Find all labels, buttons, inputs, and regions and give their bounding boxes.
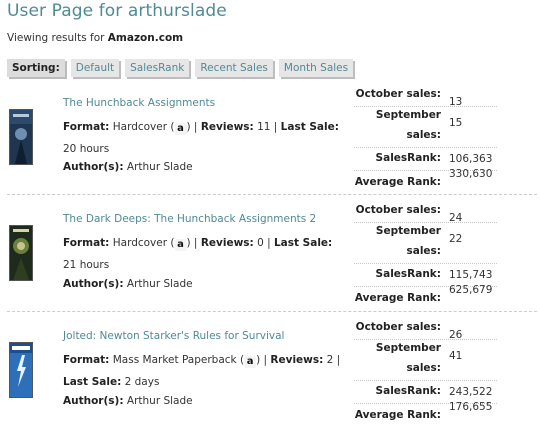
last-sale-label: Last Sale: — [273, 237, 333, 249]
average-rank-value: 330,630 — [449, 168, 493, 180]
october-sales-label: October sales: — [355, 321, 441, 333]
amazon-icon[interactable]: a — [244, 356, 257, 368]
authors-label: Author(s): — [63, 161, 124, 173]
viewing-prefix: Viewing results for — [7, 32, 105, 44]
september-sales-label: September — [375, 342, 441, 354]
october-sales-label: October sales: — [355, 204, 441, 216]
last-sale-label: Last Sale: — [63, 376, 122, 388]
salesrank-label: SalesRank: — [375, 268, 441, 280]
book-meta: Format: Hardcover (a) | Reviews: 0 | Las… — [63, 237, 333, 271]
salesrank-value: 243,522 — [449, 386, 493, 398]
sorting-bar: Sorting: Default SalesRank Recent Sales … — [7, 58, 354, 78]
salesrank-label: SalesRank: — [375, 152, 441, 164]
book-cover-icon[interactable] — [9, 109, 33, 165]
stat-october: October sales: 26 — [354, 317, 497, 341]
viewing-results-text: Viewing results for Amazon.com — [7, 32, 183, 44]
stat-october: October sales: 13 — [354, 84, 497, 108]
reviews-value: 2 — [326, 354, 334, 366]
stat-september: September sales: 41 — [354, 340, 497, 381]
book-title-link[interactable]: Jolted: Newton Starker's Rules for Survi… — [63, 330, 284, 342]
amazon-icon[interactable]: a — [174, 239, 187, 251]
book-meta: Format: Hardcover (a) | Reviews: 11 | La… — [63, 121, 339, 155]
salesrank-value: 115,743 — [449, 269, 493, 281]
sort-month-sales-button[interactable]: Month Sales — [278, 59, 354, 77]
reviews-value: 11 — [257, 121, 271, 133]
stat-average-rank: Average Rank: 330,630 — [354, 168, 497, 193]
september-sales-label-2: sales: — [406, 245, 441, 257]
item-divider — [7, 194, 537, 195]
reviews-label: Reviews: — [270, 354, 324, 366]
september-sales-label: September — [375, 109, 441, 121]
sort-default-button[interactable]: Default — [70, 59, 120, 77]
sort-recent-sales-button[interactable]: Recent Sales — [195, 59, 273, 77]
book-stats: October sales: 26 September sales: 41 Sa… — [354, 317, 497, 426]
book-item: Jolted: Newton Starker's Rules for Survi… — [7, 317, 537, 434]
last-sale-value: 20 hours — [63, 143, 110, 155]
average-rank-label: Average Rank: — [354, 176, 441, 188]
last-sale-value: 21 hours — [63, 259, 110, 271]
format-value: Mass Market Paperback — [112, 354, 237, 366]
book-title-link[interactable]: The Hunchback Assignments — [63, 97, 215, 109]
amazon-icon[interactable]: a — [174, 123, 187, 135]
format-value: Hardcover — [112, 237, 168, 249]
last-sale-value: 2 days — [124, 376, 160, 388]
book-authors: Author(s): Arthur Slade — [63, 395, 193, 407]
salesrank-label: SalesRank: — [375, 385, 441, 397]
stat-october: October sales: 24 — [354, 200, 497, 224]
viewing-site: Amazon.com — [107, 32, 184, 44]
authors-value: Arthur Slade — [126, 161, 193, 173]
reviews-label: Reviews: — [200, 121, 254, 133]
authors-label: Author(s): — [63, 395, 124, 407]
reviews-label: Reviews: — [200, 237, 254, 249]
reviews-value: 0 — [257, 237, 264, 249]
stat-september: September sales: 15 — [354, 107, 497, 148]
september-sales-label: September — [375, 225, 441, 237]
page-title: User Page for arthurslade — [7, 1, 227, 21]
authors-value: Arthur Slade — [126, 278, 193, 290]
average-rank-value: 176,655 — [449, 401, 493, 413]
book-item: The Dark Deeps: The Hunchback Assignment… — [7, 200, 537, 317]
book-stats: October sales: 24 September sales: 22 Sa… — [354, 200, 497, 309]
book-stats: October sales: 13 September sales: 15 Sa… — [354, 84, 497, 193]
book-cover-icon[interactable] — [9, 225, 33, 281]
salesrank-value: 106,363 — [449, 153, 493, 165]
book-authors: Author(s): Arthur Slade — [63, 278, 193, 290]
october-sales-label: October sales: — [355, 88, 441, 100]
book-authors: Author(s): Arthur Slade — [63, 161, 193, 173]
stat-average-rank: Average Rank: 625,679 — [354, 284, 497, 309]
september-sales-value: 22 — [449, 233, 463, 245]
format-label: Format: — [63, 237, 110, 249]
september-sales-value: 15 — [449, 117, 463, 129]
september-sales-label-2: sales: — [406, 129, 441, 141]
stat-september: September sales: 22 — [354, 223, 497, 264]
book-title-link[interactable]: The Dark Deeps: The Hunchback Assignment… — [63, 213, 316, 225]
format-value: Hardcover — [112, 121, 168, 133]
authors-value: Arthur Slade — [126, 395, 193, 407]
book-cover-icon[interactable] — [9, 342, 33, 398]
book-item: The Hunchback Assignments Format: Hardco… — [7, 84, 537, 201]
september-sales-label-2: sales: — [406, 362, 441, 374]
item-divider — [7, 311, 537, 312]
sort-salesrank-button[interactable]: SalesRank — [125, 59, 190, 77]
format-label: Format: — [63, 354, 110, 366]
book-meta: Format: Mass Market Paperback (a) | Revi… — [63, 354, 341, 388]
average-rank-label: Average Rank: — [354, 292, 441, 304]
sorting-label: Sorting: — [7, 59, 65, 77]
average-rank-value: 625,679 — [449, 284, 493, 296]
average-rank-label: Average Rank: — [354, 409, 441, 421]
format-label: Format: — [63, 121, 110, 133]
last-sale-label: Last Sale: — [280, 121, 339, 133]
stat-average-rank: Average Rank: 176,655 — [354, 401, 497, 426]
september-sales-value: 41 — [449, 350, 463, 362]
authors-label: Author(s): — [63, 278, 124, 290]
